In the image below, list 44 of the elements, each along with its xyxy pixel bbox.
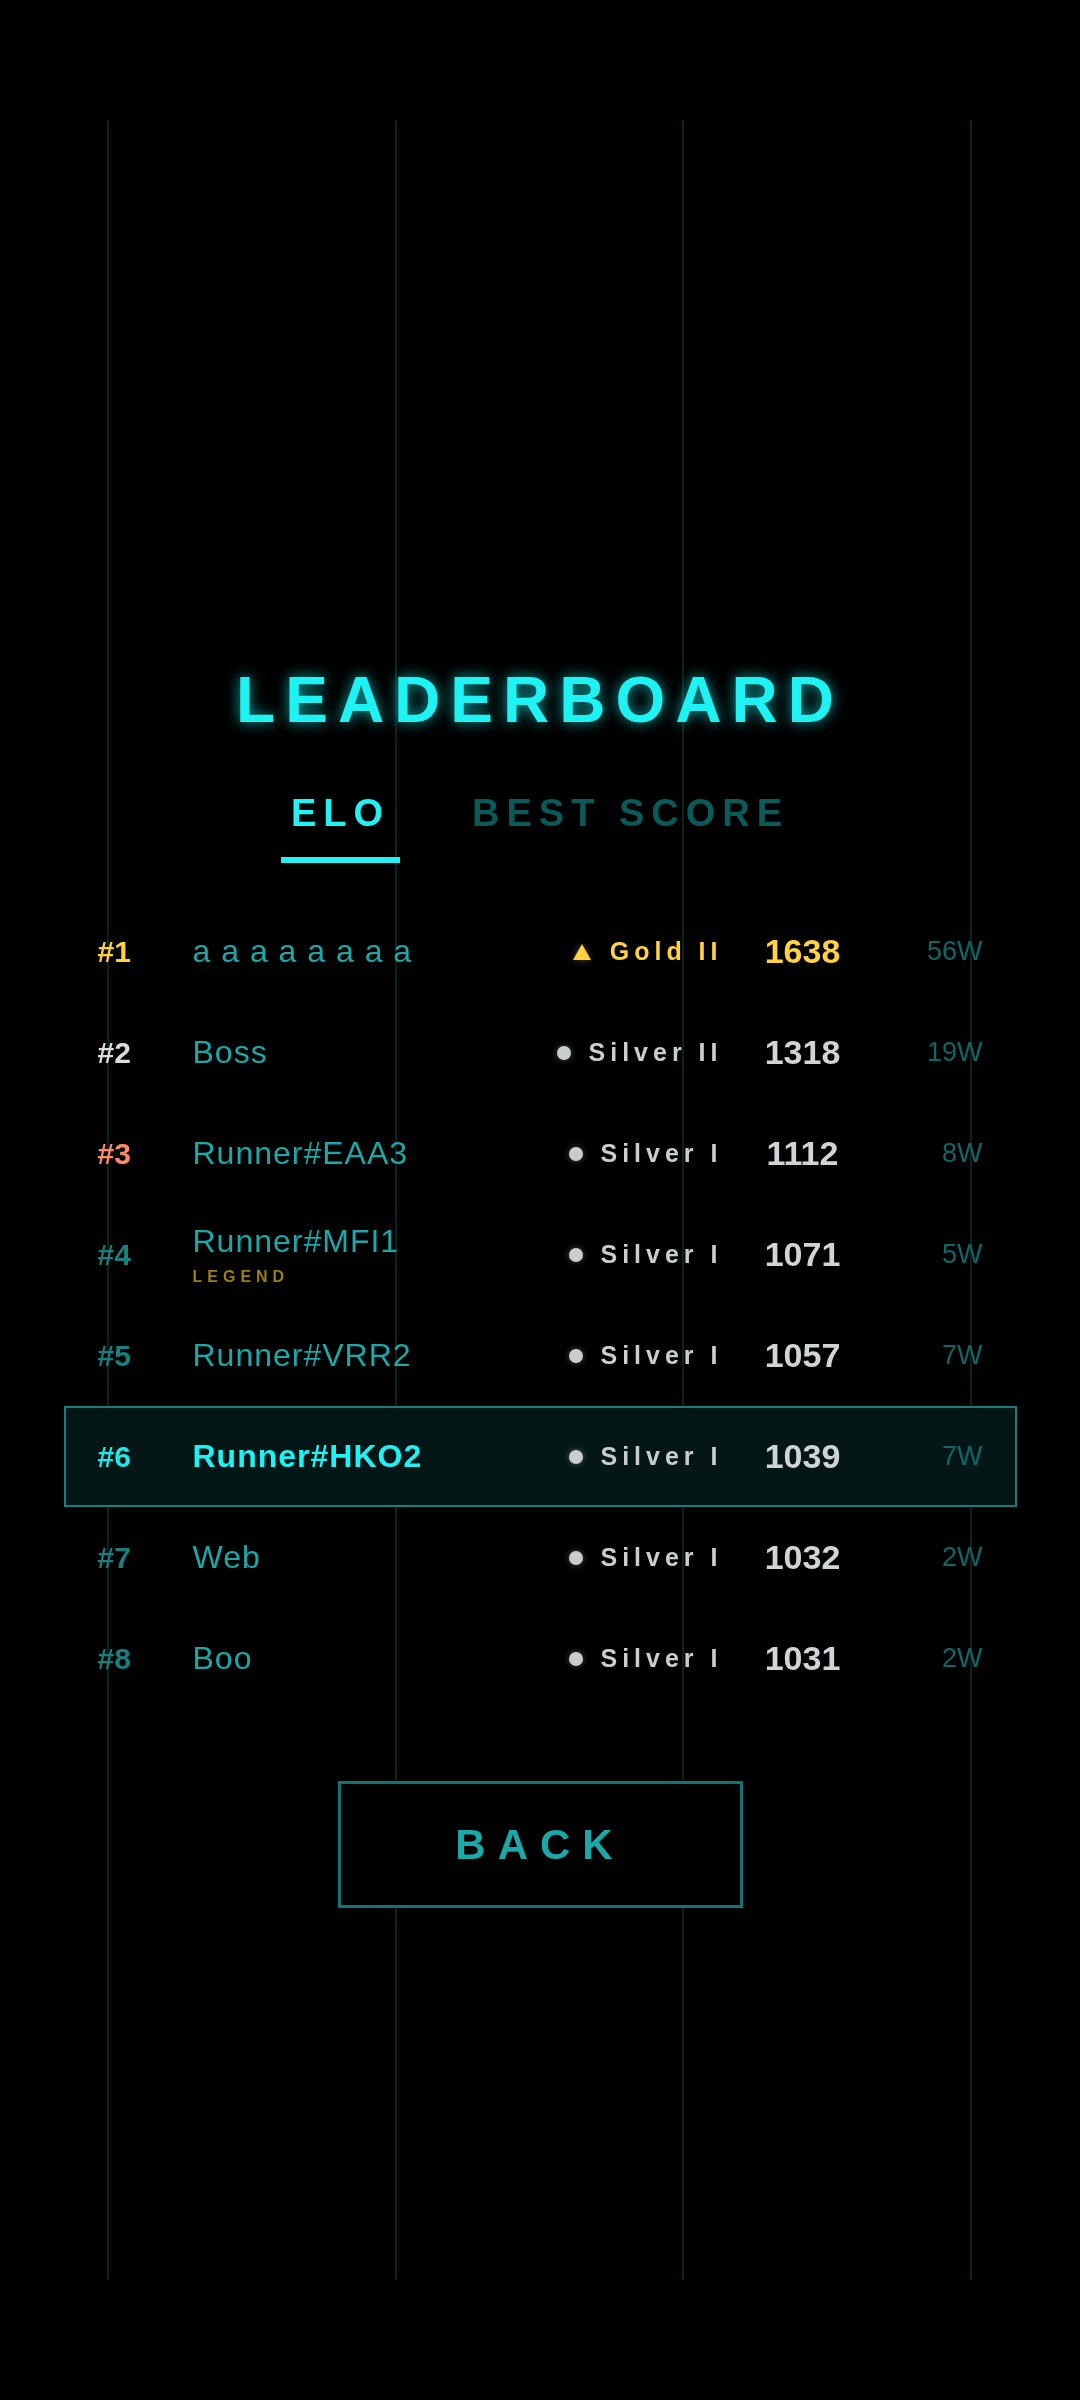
leaderboard-title: LEADERBOARD	[236, 668, 844, 732]
win-count: 7W	[941, 1340, 983, 1371]
player-name: Runner#MFI1	[192, 1223, 401, 1260]
tier-label: Silver I	[600, 1644, 723, 1673]
player-title: LEGEND	[192, 1268, 291, 1286]
player-name: Runner#VRR2	[192, 1337, 413, 1374]
rank-number: #2	[97, 1035, 132, 1070]
rank-number: #7	[97, 1540, 132, 1575]
elo-rating: 1031	[763, 1639, 842, 1678]
elo-rating: 1039	[763, 1437, 842, 1476]
win-count: 8W	[941, 1138, 983, 1169]
win-count: 56W	[925, 936, 983, 967]
player-name: Web	[192, 1539, 262, 1576]
player-name: a a a a a a a a	[192, 933, 414, 970]
rank-number: #5	[97, 1338, 132, 1373]
player-name: Boo	[192, 1640, 254, 1677]
player-name: Runner#HKO2	[192, 1438, 424, 1475]
tier-label: Silver I	[600, 1442, 723, 1471]
back-button[interactable]: BACK	[337, 1781, 743, 1908]
elo-rating: 1032	[763, 1538, 842, 1577]
win-count: 19W	[925, 1037, 983, 1068]
rank-number: #8	[97, 1641, 132, 1676]
elo-rating: 1057	[763, 1336, 842, 1375]
rank-number: #1	[97, 934, 132, 969]
player-name: Runner#EAA3	[192, 1135, 410, 1172]
tier-label: Silver I	[600, 1341, 723, 1370]
tier-label: Silver I	[600, 1543, 723, 1572]
tier-label: Silver I	[600, 1240, 723, 1269]
win-count: 5W	[941, 1239, 983, 1270]
tier-label: Silver II	[588, 1038, 723, 1067]
win-count: 7W	[941, 1441, 983, 1472]
rank-number: #6	[97, 1439, 132, 1474]
elo-rating: 1112	[765, 1134, 840, 1173]
elo-rating: 1071	[763, 1235, 842, 1274]
elo-rating: 1318	[763, 1033, 842, 1072]
tier-label: Silver I	[600, 1139, 723, 1168]
tier-label: Gold II	[609, 937, 723, 966]
win-count: 2W	[941, 1643, 983, 1674]
tab[interactable]: ELO	[280, 782, 401, 863]
rank-number: #3	[97, 1136, 132, 1171]
win-count: 2W	[941, 1542, 983, 1573]
elo-rating: 1638	[763, 932, 842, 971]
player-name: Boss	[192, 1034, 269, 1071]
rank-number: #4	[97, 1237, 132, 1272]
